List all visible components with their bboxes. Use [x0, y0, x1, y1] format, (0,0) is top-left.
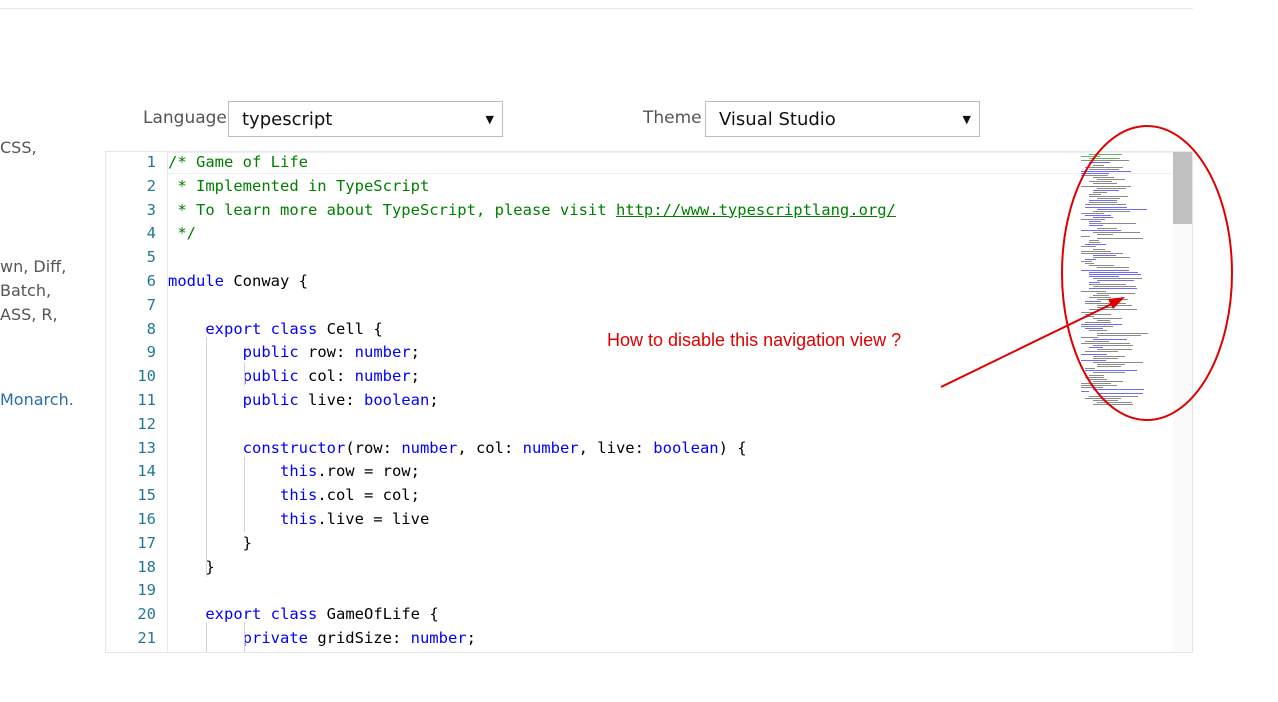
annotation-arrow — [940, 299, 1121, 388]
annotation-ellipse — [1061, 125, 1233, 421]
annotation-arrowhead — [1108, 297, 1125, 309]
annotation-overlay — [940, 125, 1233, 421]
